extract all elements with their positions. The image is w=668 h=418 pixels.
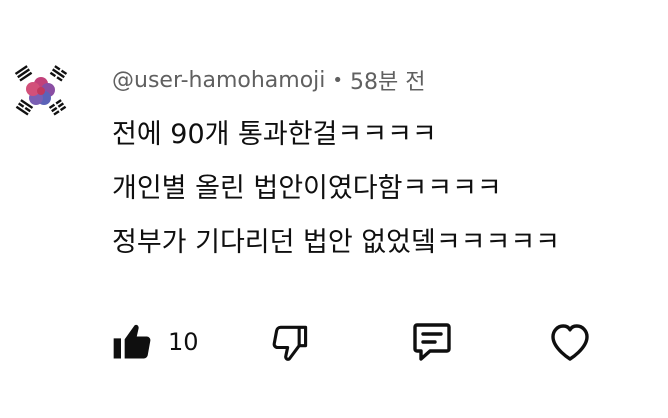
like-count: 10 [168, 328, 199, 356]
reply-button[interactable] [408, 314, 456, 370]
comment-time[interactable]: 58분 전 [350, 64, 425, 96]
comment-line-1: 전에 90개 통과한걸ㅋㅋㅋㅋ [112, 119, 437, 150]
heart-icon [551, 324, 589, 361]
separator-dot: • [332, 69, 343, 91]
comment-actions: 10 [104, 314, 660, 370]
comment-text: 전에 90개 통과한걸ㅋㅋㅋㅋ 개인별 올린 법안이였다함ㅋㅋㅋㅋ 정부가 기다… [112, 108, 660, 270]
comment-header: @user-hamohamoji • 58분 전 [112, 60, 660, 100]
author-name[interactable]: @user-hamohamoji [112, 68, 325, 93]
dislike-button[interactable] [268, 314, 312, 370]
korean-flag-avatar-icon [14, 65, 68, 116]
comment-bubble-icon [413, 323, 451, 361]
comment-line-2: 개인별 올린 법안이였다함ㅋㅋㅋㅋ [112, 173, 502, 204]
avatar[interactable] [8, 58, 74, 124]
thumbs-down-icon [272, 325, 308, 361]
like-button[interactable]: 10 [110, 314, 199, 370]
comment-line-3: 정부가 기다리던 법안 없었뎈ㅋㅋㅋㅋㅋ [112, 227, 561, 258]
thumbs-up-icon [113, 324, 151, 359]
comment-body: @user-hamohamoji • 58분 전 전에 90개 통과한걸ㅋㅋㅋㅋ… [112, 60, 660, 270]
heart-button[interactable] [546, 314, 594, 370]
comment-item: @user-hamohamoji • 58분 전 전에 90개 통과한걸ㅋㅋㅋㅋ… [0, 0, 668, 418]
